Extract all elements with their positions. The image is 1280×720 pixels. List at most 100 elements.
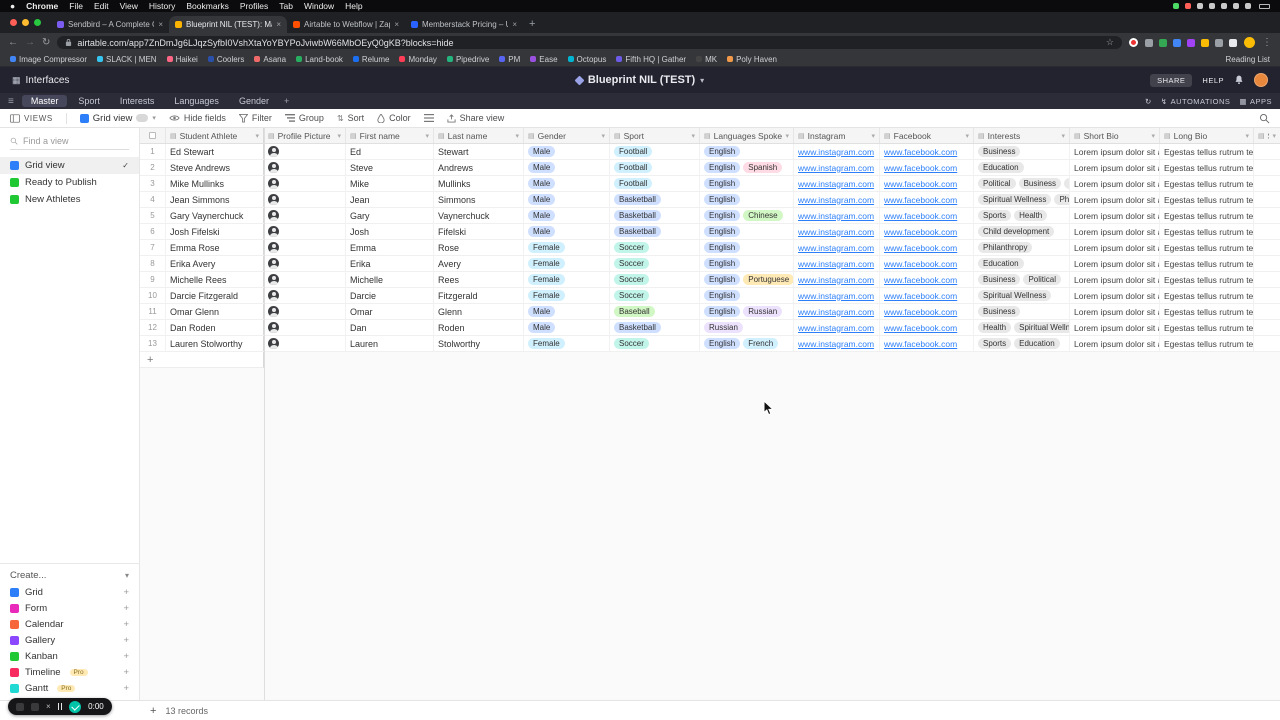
- browser-tab[interactable]: Airtable to Webflow | Zapier ×: [287, 16, 405, 33]
- cell-interests[interactable]: HealthSpiritual Wellness: [974, 320, 1070, 335]
- cell-last-name[interactable]: Stolworthy: [434, 336, 524, 351]
- cell-first-name[interactable]: Gary: [346, 208, 434, 223]
- cell-sport[interactable]: Football: [610, 160, 700, 175]
- cell-sport[interactable]: Basketball: [610, 208, 700, 223]
- cell-gender[interactable]: Female: [524, 272, 610, 287]
- cell-gender[interactable]: Female: [524, 256, 610, 271]
- effects-icon[interactable]: [31, 702, 39, 711]
- row-number[interactable]: 7: [140, 240, 166, 255]
- column-header-photo[interactable]: ▤ Profile Picture ▾: [264, 128, 346, 143]
- column-header-sport[interactable]: ▤ Sport ▾: [610, 128, 700, 143]
- cell-last-name[interactable]: Mullinks: [434, 176, 524, 191]
- cell-interests[interactable]: Philanthropy: [974, 240, 1070, 255]
- table-tab-interests[interactable]: Interests: [111, 95, 164, 107]
- find-a-view-input[interactable]: Find a view: [10, 136, 129, 150]
- chevron-down-icon[interactable]: ▾: [1272, 132, 1276, 140]
- cell-interests[interactable]: Spiritual WellnessPhilanthropy: [974, 192, 1070, 207]
- cell-facebook[interactable]: www.facebook.com: [880, 272, 974, 287]
- view-switcher[interactable]: Grid view ▾: [79, 113, 156, 124]
- facebook-link[interactable]: www.facebook.com: [884, 243, 957, 253]
- bookmark-star-icon[interactable]: ☆: [1106, 37, 1114, 48]
- cell-gender[interactable]: Female: [524, 288, 610, 303]
- facebook-link[interactable]: www.facebook.com: [884, 227, 957, 237]
- cell-sport[interactable]: Soccer: [610, 256, 700, 271]
- table-tab-master[interactable]: Master: [21, 95, 68, 107]
- cell-interests[interactable]: Education: [974, 256, 1070, 271]
- column-header-facebook[interactable]: ▤ Facebook ▾: [880, 128, 974, 143]
- cell-sport[interactable]: Basketball: [610, 192, 700, 207]
- cell-short-bio[interactable]: Lorem ipsum dolor sit amet, consectetur: [1070, 240, 1160, 255]
- cell-languages[interactable]: English: [700, 176, 794, 191]
- history-icon[interactable]: ↻: [1145, 97, 1152, 106]
- forward-button[interactable]: →: [25, 37, 35, 48]
- instagram-link[interactable]: www.instagram.com: [798, 259, 874, 269]
- cell-facebook[interactable]: www.facebook.com: [880, 192, 974, 207]
- cell-sport[interactable]: Soccer: [610, 336, 700, 351]
- cell-languages[interactable]: English: [700, 256, 794, 271]
- cell-long-bio[interactable]: Egestas tellus rutrum tellus pellentesqu…: [1160, 272, 1254, 287]
- cell-last-name[interactable]: Roden: [434, 320, 524, 335]
- sidebar-view-ready-to-publish[interactable]: Ready to Publish: [0, 174, 139, 191]
- cell-languages[interactable]: English: [700, 288, 794, 303]
- column-header-interests[interactable]: ▤ Interests ▾: [974, 128, 1070, 143]
- cell-last-name[interactable]: Simmons: [434, 192, 524, 207]
- cell-sport[interactable]: Basketball: [610, 320, 700, 335]
- cell-last-name[interactable]: Stewart: [434, 144, 524, 159]
- cell-facebook[interactable]: www.facebook.com: [880, 176, 974, 191]
- cell-first-name[interactable]: Emma: [346, 240, 434, 255]
- row-number[interactable]: 6: [140, 224, 166, 239]
- cell-sport[interactable]: Football: [610, 176, 700, 191]
- cell-last-name[interactable]: Rose: [434, 240, 524, 255]
- column-header-name[interactable]: ▤ Student Athlete ▾: [166, 128, 264, 143]
- cell-first-name[interactable]: Omar: [346, 304, 434, 319]
- menubar-item-profiles[interactable]: Profiles: [240, 1, 268, 11]
- tab-close-icon[interactable]: ×: [276, 20, 281, 29]
- cell-student-athlete[interactable]: Gary Vaynerchuck: [166, 208, 264, 223]
- instagram-link[interactable]: www.instagram.com: [798, 211, 874, 221]
- row-number[interactable]: 13: [140, 336, 166, 351]
- cell-instagram[interactable]: www.instagram.com: [794, 144, 880, 159]
- cell-short-bio[interactable]: Lorem ipsum dolor sit amet, consectetur: [1070, 224, 1160, 239]
- instagram-link[interactable]: www.instagram.com: [798, 307, 874, 317]
- cell-facebook[interactable]: www.facebook.com: [880, 160, 974, 175]
- chevron-down-icon[interactable]: ▾: [700, 76, 704, 85]
- facebook-link[interactable]: www.facebook.com: [884, 291, 957, 301]
- extension-icon[interactable]: [1215, 38, 1223, 47]
- cell-short-bio[interactable]: Lorem ipsum dolor sit amet, consectetur: [1070, 288, 1160, 303]
- cell-instagram[interactable]: www.instagram.com: [794, 224, 880, 239]
- extension-icon[interactable]: [1229, 38, 1237, 47]
- cell-long-bio[interactable]: Egestas tellus rutrum tellus pellentesqu…: [1160, 192, 1254, 207]
- cell-interests[interactable]: PoliticalBusinessCommunity: [974, 176, 1070, 191]
- facebook-link[interactable]: www.facebook.com: [884, 339, 957, 349]
- column-header-languages[interactable]: ▤ Languages Spoken ▾: [700, 128, 794, 143]
- cell-stat[interactable]: [1254, 288, 1280, 303]
- pause-button[interactable]: [57, 703, 63, 710]
- create-item-form[interactable]: Form +: [0, 600, 139, 616]
- cell-long-bio[interactable]: Egestas tellus rutrum tellus pellentesqu…: [1160, 304, 1254, 319]
- cell-languages[interactable]: English Spanish: [700, 160, 794, 175]
- chevron-down-icon[interactable]: ▾: [601, 132, 605, 140]
- cell-instagram[interactable]: www.instagram.com: [794, 192, 880, 207]
- cell-short-bio[interactable]: Lorem ipsum dolor sit amet, consectetur: [1070, 336, 1160, 351]
- table-tab-gender[interactable]: Gender: [230, 95, 278, 107]
- cell-sport[interactable]: Soccer: [610, 272, 700, 287]
- extension-icon[interactable]: [1187, 38, 1195, 47]
- cell-stat[interactable]: [1254, 240, 1280, 255]
- create-item-timeline[interactable]: Timeline Pro +: [0, 664, 139, 680]
- cell-student-athlete[interactable]: Erika Avery: [166, 256, 264, 271]
- cell-student-athlete[interactable]: Emma Rose: [166, 240, 264, 255]
- facebook-link[interactable]: www.facebook.com: [884, 147, 957, 157]
- sort-button[interactable]: ⇅ Sort: [337, 113, 364, 123]
- cell-first-name[interactable]: Erika: [346, 256, 434, 271]
- cell-languages[interactable]: English: [700, 192, 794, 207]
- cell-stat[interactable]: [1254, 160, 1280, 175]
- select-all-checkbox[interactable]: [140, 128, 166, 143]
- plus-icon[interactable]: +: [123, 635, 129, 646]
- bookmark-fifth-hq-gather[interactable]: Fifth HQ | Gather: [616, 55, 686, 64]
- cell-languages[interactable]: Russian: [700, 320, 794, 335]
- base-title[interactable]: Blueprint NIL (TEST): [588, 74, 695, 86]
- facebook-link[interactable]: www.facebook.com: [884, 259, 957, 269]
- menubar-item-chrome[interactable]: Chrome: [26, 1, 58, 11]
- cell-instagram[interactable]: www.instagram.com: [794, 256, 880, 271]
- menubar-item-tab[interactable]: Tab: [279, 1, 293, 11]
